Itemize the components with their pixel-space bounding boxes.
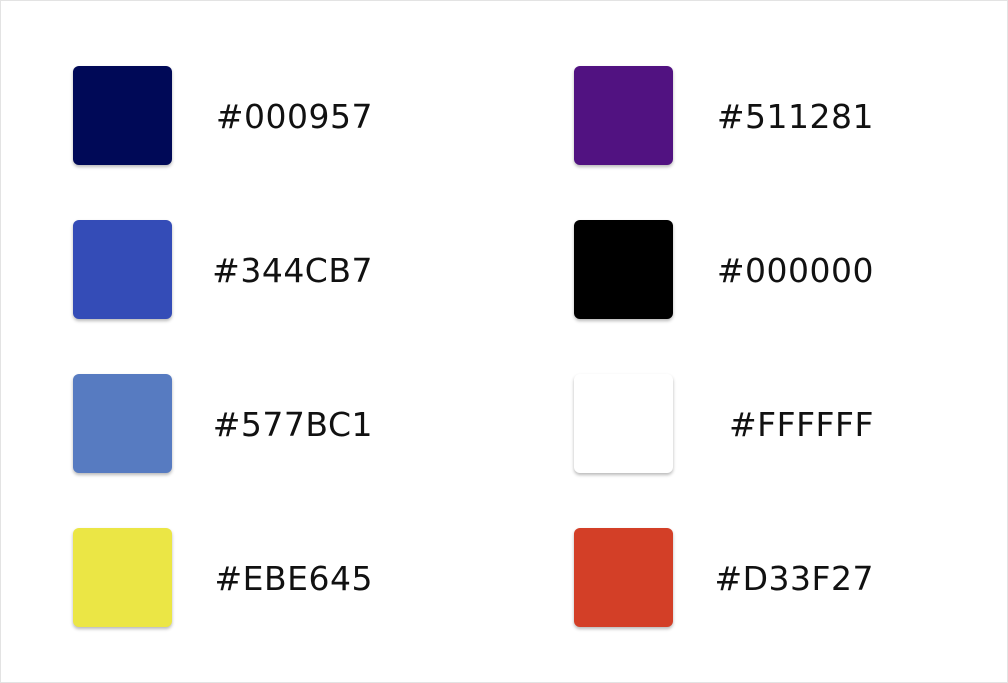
- color-hex-label: #000000: [716, 251, 874, 290]
- color-swatch: [73, 66, 172, 165]
- palette-frame: #000957 #511281 #344CB7 #000000 #577BC1 …: [0, 0, 1008, 683]
- swatch-row-6: #FFFFFF: [574, 374, 874, 473]
- swatch-row-3: #344CB7: [73, 220, 373, 319]
- color-hex-label: #577BC1: [212, 405, 373, 444]
- swatch-row-1: #000957: [73, 66, 373, 165]
- color-swatch: [73, 220, 172, 319]
- color-hex-label: #000957: [215, 97, 373, 136]
- swatch-row-8: #D33F27: [574, 528, 874, 627]
- color-swatch: [574, 220, 673, 319]
- color-swatch: [73, 528, 172, 627]
- color-hex-label: #EBE645: [214, 559, 373, 598]
- color-palette: #000957 #511281 #344CB7 #000000 #577BC1 …: [73, 66, 874, 627]
- swatch-row-2: #511281: [574, 66, 874, 165]
- color-swatch: [574, 374, 673, 473]
- color-hex-label: #FFFFFF: [728, 405, 874, 444]
- swatch-row-4: #000000: [574, 220, 874, 319]
- color-swatch: [574, 528, 673, 627]
- swatch-row-5: #577BC1: [73, 374, 373, 473]
- color-hex-label: #511281: [716, 97, 874, 136]
- color-swatch: [574, 66, 673, 165]
- color-hex-label: #D33F27: [714, 559, 874, 598]
- color-swatch: [73, 374, 172, 473]
- swatch-row-7: #EBE645: [73, 528, 373, 627]
- color-hex-label: #344CB7: [212, 251, 373, 290]
